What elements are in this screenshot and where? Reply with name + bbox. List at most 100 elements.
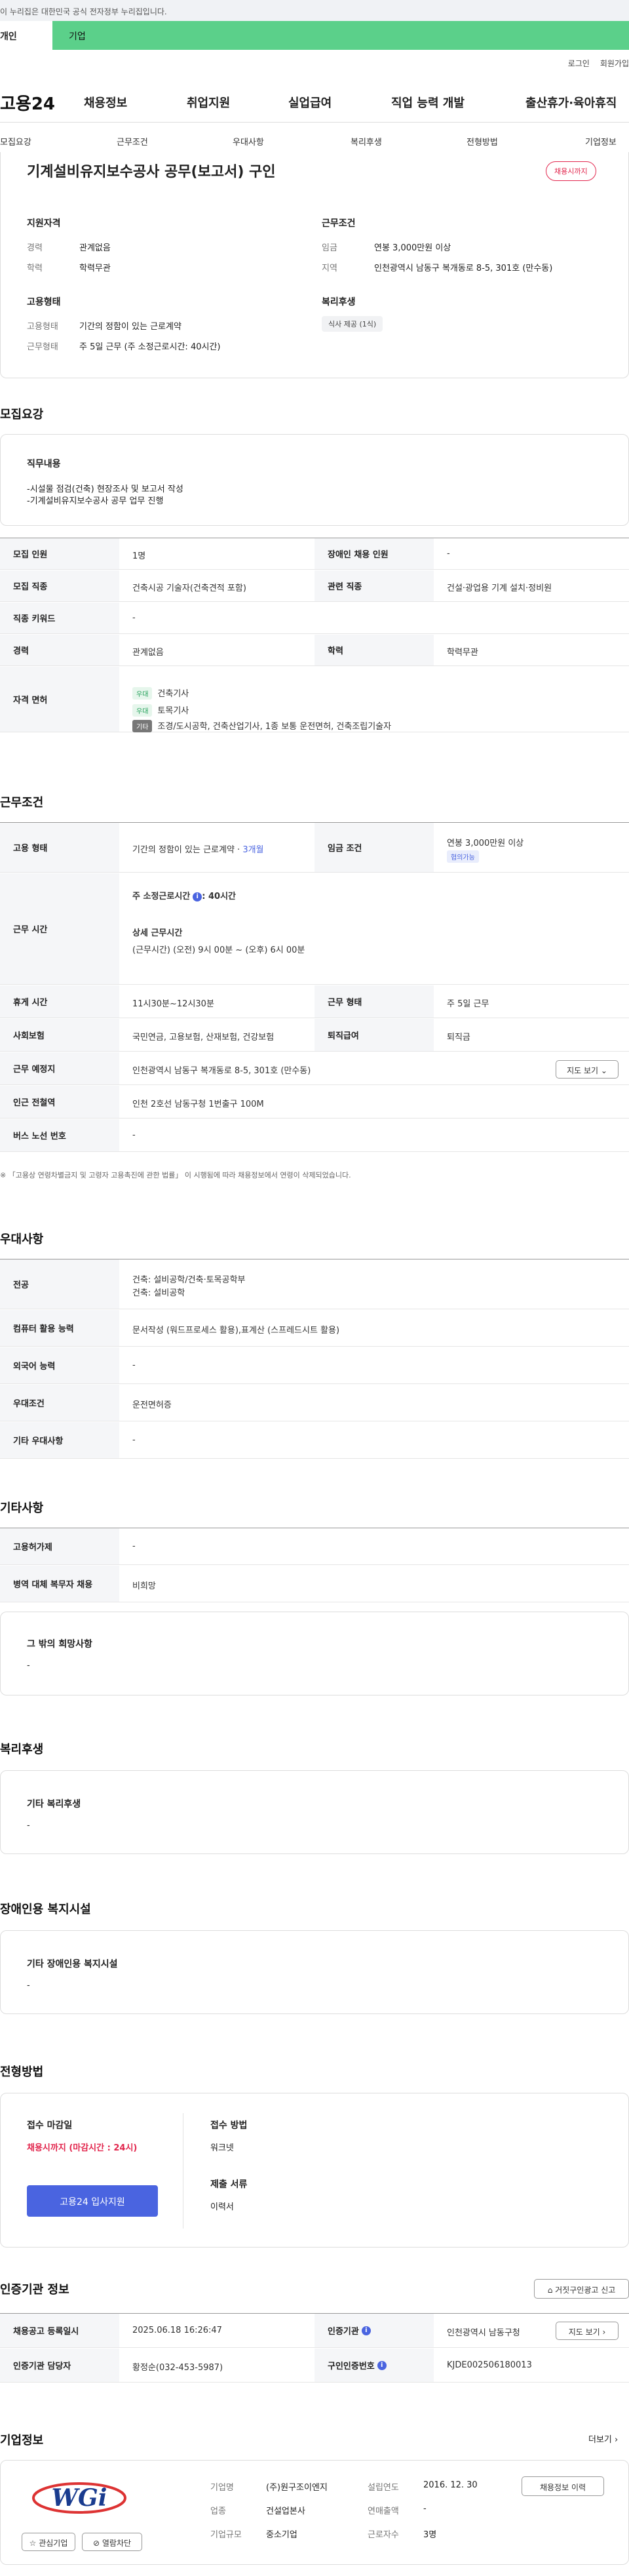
cell-header: 학력 xyxy=(314,635,434,665)
favorite-label: 관심기업 xyxy=(39,2539,68,2548)
work-form-value: 주 5일 근무 (주 소정근로시간: 40시간) xyxy=(79,342,221,352)
table-row: 고용허가제 - xyxy=(0,1528,629,1565)
report-icon: ⌂ xyxy=(547,2286,553,2295)
license-name: 토목기사 xyxy=(157,706,189,716)
subnav-company[interactable]: 기업정보 xyxy=(585,135,617,148)
map-view-button[interactable]: 지도 보기 ⌄ xyxy=(556,1060,619,1079)
join-link[interactable]: 회원가입 xyxy=(600,59,629,68)
industry-value: 건설업본사 xyxy=(266,2507,305,2516)
work-form-label: 근무형태 xyxy=(27,342,58,352)
table-row: 인근 전철역 인천 2호선 남동구청 1번출구 100M xyxy=(0,1086,629,1119)
login-link[interactable]: 로그인 xyxy=(568,59,590,68)
apply-button[interactable]: 고용24 입사지원 xyxy=(27,2185,158,2217)
cell-value: 건축시공 기술자(건축견적 포함) xyxy=(132,584,246,593)
cell-value: 연봉 3,000만원 이상 xyxy=(447,839,524,848)
cell-header: 직종 키워드 xyxy=(0,603,119,633)
prefer-section-title: 우대사항 xyxy=(0,1233,44,1246)
weekly-hours-value: : 40시간 xyxy=(202,892,236,902)
conditions-heading: 근무조건 xyxy=(322,218,356,229)
table-row: 사회보험 국민연금, 고용보험, 산재보험, 건강보험 퇴직급여 퇴직금 xyxy=(0,1019,629,1052)
employment-type-label: 고용형태 xyxy=(27,322,58,332)
table-row: 버스 노선 번호 - xyxy=(0,1119,629,1152)
cell-header: 인증기관 i xyxy=(314,2314,434,2347)
report-false-ad-button[interactable]: ⌂ 거짓구인광고 신고 xyxy=(534,2279,629,2299)
agency-map-button[interactable]: 지도 보기 › xyxy=(556,2322,619,2340)
agency-section-title: 인증기관 정보 xyxy=(0,2283,69,2297)
cell-header: 우대조건 xyxy=(0,1385,119,1421)
facility-card: 기타 장애인용 복지시설 - xyxy=(0,1930,629,2014)
docs-heading: 제출 서류 xyxy=(210,2179,248,2190)
info-icon[interactable]: i xyxy=(361,2326,371,2335)
benefit-card: 기타 복리후생 - xyxy=(0,1770,629,1854)
job-history-button[interactable]: 채용정보 이력 xyxy=(522,2476,604,2496)
employment-heading: 고용형태 xyxy=(27,297,61,307)
table-row: 모집 직종 건축시공 기술자(건축견적 포함) 관련 직종 건설·광업용 기계 … xyxy=(0,570,629,602)
career-value: 관계없음 xyxy=(79,243,111,253)
facility-section-title: 장애인용 복지시설 xyxy=(0,1903,91,1916)
recruit-section-title: 모집요강 xyxy=(0,408,44,422)
benefit-section-title: 복리후생 xyxy=(0,1743,44,1756)
wish-value: - xyxy=(27,1661,30,1671)
license-item: 우대 토목기사 xyxy=(132,703,189,717)
selection-card: 접수 마감일 채용시까지 (마감시간 : 24시) 고용24 입사지원 접수 방… xyxy=(0,2093,629,2248)
benefit-heading: 기타 복리후생 xyxy=(27,1799,81,1810)
wage-negotiable-tag: 협의가능 xyxy=(447,850,479,863)
founded-value: 2016. 12. 30 xyxy=(423,2480,478,2490)
cell-header: 장애인 채용 인원 xyxy=(314,538,434,569)
license-tag: 기타 xyxy=(132,720,153,732)
block-label: 열람차단 xyxy=(102,2539,132,2548)
gnb-item-jobs[interactable]: 채용정보 xyxy=(84,94,127,111)
site-logo[interactable]: 고용24 xyxy=(0,90,55,115)
duty-card: 직무내용 -시설물 점검(건축) 현장조사 및 보고서 작성 -기계설비유지보수… xyxy=(0,434,629,526)
cell-value: - xyxy=(132,1130,136,1140)
gnb-item-unemployment[interactable]: 실업급여 xyxy=(288,94,332,111)
cell-value: 주 5일 근무 xyxy=(447,999,489,1009)
summary-card: 기계설비유지보수공사 공무(보고서) 구인 채용시까지 지원자격 경력 관계없음… xyxy=(0,152,629,378)
deadline-heading: 접수 마감일 xyxy=(27,2120,73,2131)
table-row: 인증기관 담당자 황정순(032-453-5987) 구인인증번호 i KJDE0… xyxy=(0,2348,629,2383)
cell-header: 채용공고 등록일시 xyxy=(0,2314,119,2347)
detail-hours: (근무시간) (오전) 9시 00분 ~ (오후) 6시 00분 xyxy=(132,945,305,955)
other-section-title: 기타사항 xyxy=(0,1501,44,1515)
cell-value: 문서작성 (워드프로세스 활용),표계산 (스프레드시트 활용) xyxy=(132,1326,340,1336)
table-row: 우대조건 운전면허증 xyxy=(0,1385,629,1421)
subnav-benefit[interactable]: 복리후생 xyxy=(351,135,382,148)
company-more-link[interactable]: 더보기 › xyxy=(588,2432,618,2445)
gnb-item-training[interactable]: 직업 능력 개발 xyxy=(391,94,465,111)
scale-label: 기업규모 xyxy=(210,2530,242,2540)
gnb-item-support[interactable]: 취업지원 xyxy=(187,94,230,111)
cell-value: 기간의 정함이 있는 근로계약 · 3개월 xyxy=(132,842,264,855)
subnav-selection[interactable]: 전형방법 xyxy=(467,135,498,148)
cell-header: 모집 직종 xyxy=(0,570,119,601)
tab-personal[interactable]: 개인 xyxy=(0,21,52,50)
cell-header: 모집 인원 xyxy=(0,538,119,569)
gov-banner-text: 이 누리집은 대한민국 공식 전자정부 누리집입니다. xyxy=(0,7,167,16)
block-view-button[interactable]: ⊘ 열람차단 xyxy=(82,2533,142,2551)
career-label: 경력 xyxy=(27,243,43,253)
industry-label: 업종 xyxy=(210,2507,226,2516)
age-footnote: ※ 「고용상 연령차별금지 및 고령자 고용촉진에 관한 법률」 이 시행됨에 … xyxy=(0,1171,351,1179)
cell-value: - xyxy=(447,549,450,559)
subnav-recruit[interactable]: 모집요강 xyxy=(0,135,31,148)
info-icon[interactable]: i xyxy=(377,2360,387,2370)
util-links: 로그인 회원가입 xyxy=(558,58,629,69)
selection-section-title: 전형방법 xyxy=(0,2065,44,2079)
duty-line-2: -기계설비유지보수공사 공무 업무 진행 xyxy=(27,496,164,506)
subnav-work[interactable]: 근무조건 xyxy=(117,135,148,148)
star-icon: ☆ xyxy=(29,2539,37,2548)
table-row: 근무 시간 주 소정근로시간 i: 40시간 상세 근무시간 (근무시간) (오전… xyxy=(0,873,629,985)
weekly-hours: 주 소정근로시간 i: 40시간 xyxy=(132,889,236,902)
edu-label: 학력 xyxy=(27,264,43,273)
scale-value: 중소기업 xyxy=(266,2530,297,2540)
method-value: 워크넷 xyxy=(210,2143,234,2153)
docs-value: 이력서 xyxy=(210,2202,234,2212)
favorite-company-button[interactable]: ☆ 관심기업 xyxy=(22,2533,75,2551)
info-icon[interactable]: i xyxy=(193,892,202,902)
tab-company[interactable]: 기업 xyxy=(69,30,86,43)
gnb-item-leave[interactable]: 출산휴가·육아휴직 xyxy=(525,94,617,111)
facility-value: - xyxy=(27,1981,30,1991)
cell-header: 고용 형태 xyxy=(0,823,119,872)
license-item: 우대 건축기사 xyxy=(132,686,189,700)
work-section-title: 근무조건 xyxy=(0,796,44,810)
subnav-prefer[interactable]: 우대사항 xyxy=(233,135,264,148)
